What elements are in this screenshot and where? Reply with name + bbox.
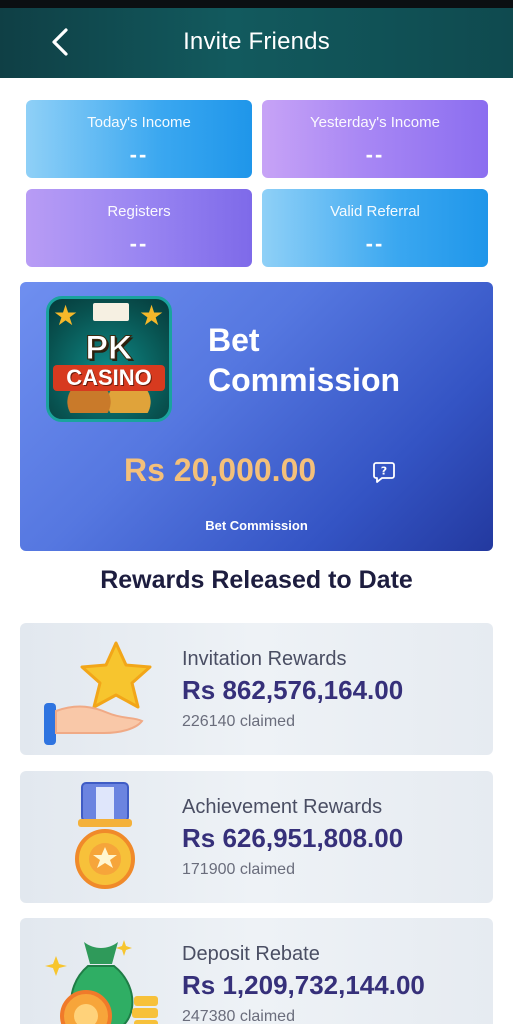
money-bag-icon [45, 940, 158, 1024]
stat-value: -- [365, 231, 385, 256]
reward-claimed: 226140 claimed [182, 713, 295, 730]
reward-card-achievement[interactable]: Achievement Rewards Rs 626,951,808.00 17… [20, 771, 493, 903]
playing-cards-icon [93, 303, 129, 321]
stat-value: -- [129, 231, 149, 256]
stat-label: Valid Referral [330, 203, 420, 220]
reward-claimed: 171900 claimed [182, 861, 295, 878]
reward-card-deposit-rebate[interactable]: Deposit Rebate Rs 1,209,732,144.00 24738… [20, 918, 493, 1024]
star-icon: ★ [53, 300, 79, 331]
reward-name: Achievement Rewards [182, 796, 383, 818]
heading-line: Commission [208, 362, 401, 398]
page-title: Invite Friends [183, 28, 330, 55]
bet-commission-heading: Bet Commission [208, 320, 400, 400]
logo-text-pk: PK [85, 329, 133, 368]
stat-valid-referral: Valid Referral -- [262, 189, 488, 267]
reward-name: Deposit Rebate [182, 943, 320, 965]
logo-text-casino: CASINO [53, 365, 165, 391]
bet-commission-card: ★ ★ PK CASINO Bet Commission Rs 20,000.0… [20, 282, 493, 551]
stat-registers: Registers -- [26, 189, 252, 267]
stat-label: Yesterday's Income [310, 114, 440, 131]
bet-commission-amount: Rs 20,000.00 [124, 452, 317, 488]
stat-label: Registers [107, 203, 171, 220]
stat-value: -- [129, 142, 149, 167]
hand-star-icon [44, 641, 152, 745]
star-icon: ★ [139, 300, 165, 331]
reward-card-invitation[interactable]: Invitation Rewards Rs 862,576,164.00 226… [20, 623, 493, 755]
medal-icon [75, 782, 135, 889]
bet-commission-caption: Bet Commission [205, 518, 308, 533]
coins-icon [59, 391, 159, 413]
reward-amount: Rs 862,576,164.00 [182, 675, 404, 705]
svg-text:?: ? [381, 465, 387, 478]
heading-line: Bet [208, 322, 260, 358]
stat-yesterdays-income: Yesterday's Income -- [262, 100, 488, 178]
stat-value: -- [365, 142, 385, 167]
app-header: Invite Friends [0, 8, 513, 78]
reward-claimed: 247380 claimed [182, 1008, 295, 1024]
stat-todays-income: Today's Income -- [26, 100, 252, 178]
status-bar [0, 0, 513, 8]
pk-casino-logo: ★ ★ PK CASINO [46, 296, 172, 422]
rewards-section-title: Rewards Released to Date [100, 566, 413, 594]
stat-label: Today's Income [87, 114, 191, 131]
reward-amount: Rs 626,951,808.00 [182, 823, 404, 853]
question-bubble-icon[interactable]: ? [372, 460, 396, 484]
reward-amount: Rs 1,209,732,144.00 [182, 970, 425, 1000]
reward-name: Invitation Rewards [182, 648, 347, 670]
